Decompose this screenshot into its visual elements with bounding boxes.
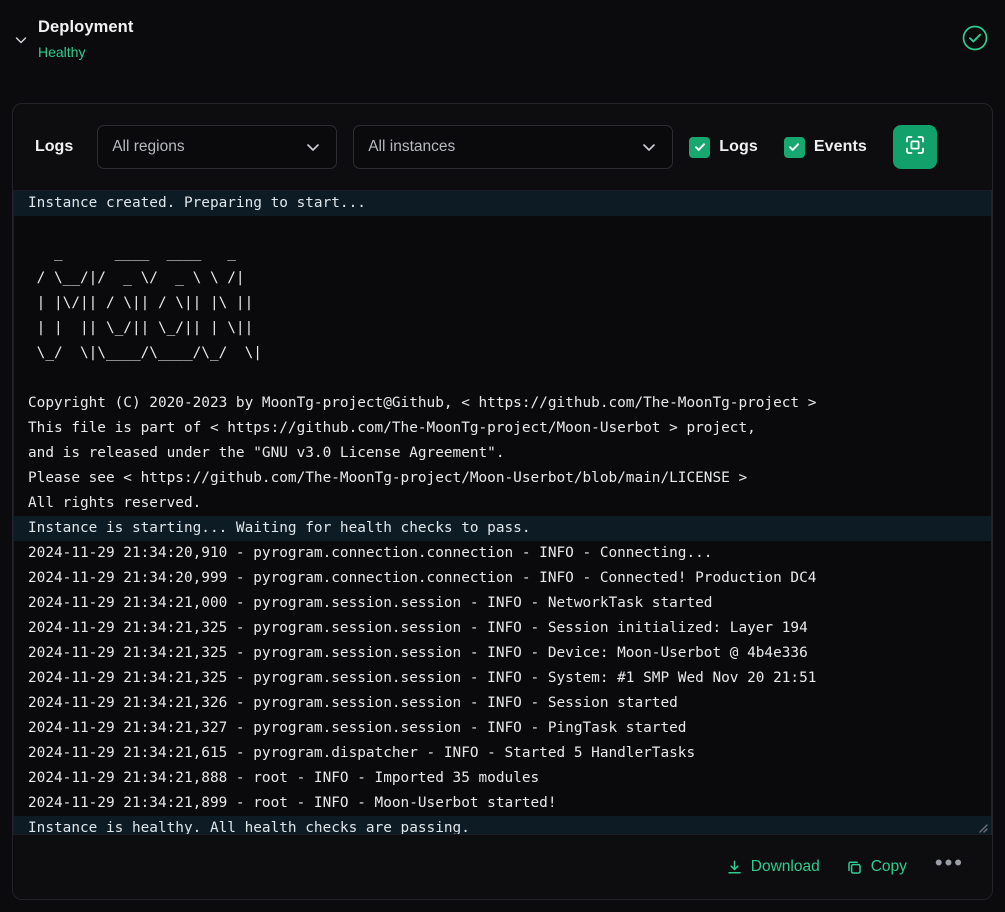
logs-footer: Download Copy ••• [13,835,992,899]
log-line: All rights reserved. [28,495,202,511]
log-line: \_/ \|\____/\____/\_/ \| [28,345,262,361]
health-status-icon [961,24,989,57]
log-line: | | || \_/|| \_/|| | \|| [28,320,254,336]
chevron-down-icon [640,138,658,156]
fullscreen-icon [904,134,926,161]
instance-select-value: All instances [368,138,456,155]
log-viewport[interactable]: Instance created. Preparing to start... … [13,190,992,835]
status-badge: Healthy [38,44,86,60]
logs-toolbar-label: Logs [35,138,74,155]
log-line-system: Instance created. Preparing to start... [14,191,991,216]
instance-select[interactable]: All instances [353,125,674,169]
log-line: Copyright (C) 2020-2023 by MoonTg-projec… [28,395,817,411]
events-checkbox[interactable]: Events [783,136,867,158]
log-line: and is released under the "GNU v3.0 Lice… [28,445,505,461]
region-select[interactable]: All regions [97,125,338,169]
download-button-label: Download [750,858,820,875]
collapse-toggle[interactable] [8,14,34,66]
log-line: 2024-11-29 21:34:21,000 - pyrogram.sessi… [28,595,713,611]
logs-checkbox-label: Logs [719,138,758,155]
resize-grip-icon[interactable] [976,820,988,833]
expand-logs-button[interactable] [892,125,937,169]
logs-card: Logs All regions All instances Logs Even… [12,103,993,900]
copy-icon [846,859,863,876]
logs-toolbar: Logs All regions All instances Logs Even… [13,104,992,190]
log-line: Please see < https://github.com/The-Moon… [28,470,748,486]
log-line: 2024-11-29 21:34:21,325 - pyrogram.sessi… [28,645,808,661]
log-line: 2024-11-29 21:34:20,910 - pyrogram.conne… [28,545,713,561]
log-line: 2024-11-29 21:34:21,327 - pyrogram.sessi… [28,720,687,736]
log-line: | |\/|| / \|| / \|| |\ || [28,295,254,311]
more-options-button[interactable]: ••• [933,852,966,877]
log-line: 2024-11-29 21:34:21,326 - pyrogram.sessi… [28,695,678,711]
log-line: This file is part of < https://github.co… [28,420,756,436]
deployment-header: Deployment Healthy [0,0,1005,80]
download-button[interactable]: Download [726,858,820,876]
log-line: 2024-11-29 21:34:20,999 - pyrogram.conne… [28,570,817,586]
copy-button-label: Copy [870,858,907,875]
region-select-value: All regions [112,138,185,155]
log-line: 2024-11-29 21:34:21,615 - pyrogram.dispa… [28,745,696,761]
checkbox-checked-icon [689,136,711,158]
check-circle-icon [961,25,989,56]
download-icon [726,859,743,876]
logs-checkbox[interactable]: Logs [689,136,758,158]
log-line: 2024-11-29 21:34:21,899 - root - INFO - … [28,795,557,811]
copy-button[interactable]: Copy [846,858,907,876]
log-line: 2024-11-29 21:34:21,888 - root - INFO - … [28,770,540,786]
checkbox-checked-icon [783,136,805,158]
log-line: 2024-11-29 21:34:21,325 - pyrogram.sessi… [28,670,817,686]
log-line: 2024-11-29 21:34:21,325 - pyrogram.sessi… [28,620,808,636]
deployment-titles: Deployment Healthy [38,14,961,62]
chevron-down-icon [13,32,29,48]
log-line: _ ____ ____ _ [28,245,236,261]
events-checkbox-label: Events [813,138,867,155]
page-title: Deployment [38,18,134,36]
deployment-header-row: Deployment Healthy [0,14,1005,66]
log-line-system: Instance is healthy. All health checks a… [14,816,991,834]
log-line: / \__/|/ _ \/ _ \ \ /| [28,270,245,286]
log-output[interactable]: Instance created. Preparing to start... … [14,191,991,834]
chevron-down-icon [304,138,322,156]
log-line-system: Instance is starting... Waiting for heal… [14,516,991,541]
